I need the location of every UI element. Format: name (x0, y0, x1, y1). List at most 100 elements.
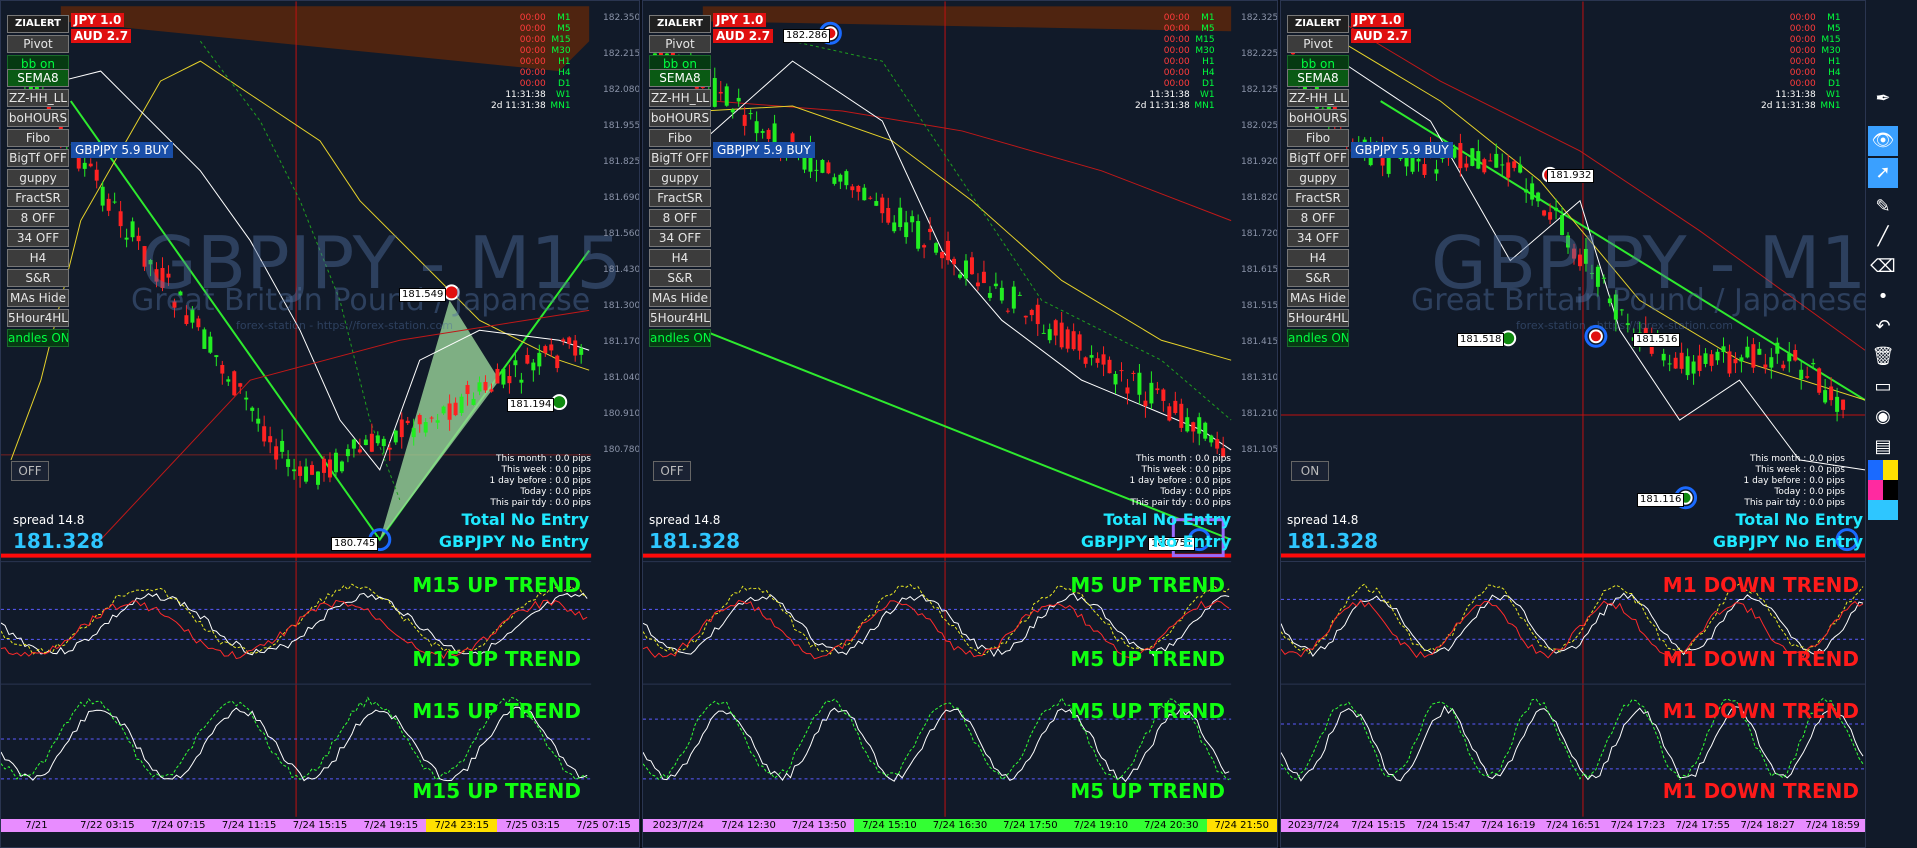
ema34-button[interactable]: 34 OFF (1287, 229, 1349, 247)
candle (1560, 215, 1565, 236)
candle (1572, 248, 1576, 259)
bohours-button[interactable]: boHOURS (1287, 109, 1349, 127)
candle (579, 348, 584, 355)
candle (1566, 235, 1571, 248)
candle (802, 157, 807, 170)
sr-button[interactable]: S&R (1287, 269, 1349, 287)
onoff-toggle[interactable]: OFF (653, 461, 691, 481)
bigtf-button[interactable]: BigTf OFF (7, 149, 69, 167)
trend-label-4: M5 UP TREND (1070, 779, 1225, 803)
trend-label-1: M5 UP TREND (1070, 573, 1225, 597)
pivot-button[interactable]: Pivot (1287, 35, 1349, 53)
pivot-button[interactable]: Pivot (7, 35, 69, 53)
screen-icon[interactable]: ▭ (1868, 372, 1898, 402)
candle (238, 383, 243, 387)
sr-button[interactable]: S&R (649, 269, 711, 287)
currency-strength-1: JPY 1.0 (713, 13, 767, 27)
fibo-button[interactable]: Fibo (1287, 129, 1349, 147)
candle (1589, 272, 1594, 274)
candle (904, 222, 909, 238)
fractsr-button[interactable]: FractSR (649, 189, 711, 207)
candle (1131, 372, 1136, 374)
candle (304, 466, 309, 482)
bohours-button[interactable]: boHOURS (7, 109, 69, 127)
guppy-button[interactable]: guppy (7, 169, 69, 187)
bigtf-button[interactable]: BigTf OFF (1287, 149, 1349, 167)
highlighter-icon[interactable]: ✎ (1868, 192, 1898, 222)
hour4hl-button[interactable]: 5Hour4HL (7, 309, 69, 327)
candle (1823, 390, 1828, 403)
bigtf-button[interactable]: BigTf OFF (649, 149, 711, 167)
zialert-button[interactable]: ZIALERT (7, 15, 69, 33)
sr-button[interactable]: S&R (7, 269, 69, 287)
hour4hl-button[interactable]: 5Hour4HL (649, 309, 711, 327)
ema8-button[interactable]: 8 OFF (7, 209, 69, 227)
chart-panel-m15[interactable]: ZIALERT Pivot bb on SEMA8 ZZ-HH_LL boHOU… (0, 0, 640, 848)
zz-button[interactable]: ZZ-HH_LL (7, 89, 69, 107)
onoff-toggle[interactable]: OFF (11, 461, 49, 481)
trend-label-2: M15 UP TREND (412, 647, 581, 671)
h4-button[interactable]: H4 (7, 249, 69, 267)
candle (1739, 357, 1744, 362)
pivot-button[interactable]: Pivot (649, 35, 711, 53)
mas-hide-button[interactable]: MAs Hide (7, 289, 69, 307)
currency-strength-2: AUD 2.7 (713, 29, 774, 43)
candle (1757, 348, 1762, 355)
h4-button[interactable]: H4 (649, 249, 711, 267)
zialert-button[interactable]: ZIALERT (1287, 15, 1349, 33)
candle (1697, 355, 1702, 371)
candle (1047, 329, 1052, 341)
line-icon[interactable]: ╱ (1868, 222, 1898, 252)
camera-icon[interactable]: ◉ (1868, 402, 1898, 432)
ema8-button[interactable]: 8 OFF (649, 209, 711, 227)
undo-icon[interactable]: ↶ (1868, 312, 1898, 342)
candle (1017, 294, 1022, 296)
mas-hide-button[interactable]: MAs Hide (649, 289, 711, 307)
candle (1191, 422, 1196, 432)
candle (130, 221, 135, 238)
candle (381, 438, 386, 447)
zz-button[interactable]: ZZ-HH_LL (649, 89, 711, 107)
timeframe-timers: 00:00 M1 00:00 M5 00:00 M15 00:00 M30 00… (1135, 13, 1215, 111)
cursor-icon[interactable]: ➚ (1868, 158, 1898, 188)
price-label: 182.286 (783, 29, 831, 43)
candles-button[interactable]: andles ON (649, 329, 711, 347)
candle (190, 309, 195, 323)
price-label: 181.549 (399, 288, 447, 302)
mas-hide-button[interactable]: MAs Hide (1287, 289, 1349, 307)
dot-icon[interactable]: • (1868, 282, 1898, 312)
sema8-button[interactable]: SEMA8 (1287, 69, 1349, 87)
fractsr-button[interactable]: FractSR (1287, 189, 1349, 207)
zialert-button[interactable]: ZIALERT (649, 15, 711, 33)
guppy-button[interactable]: guppy (649, 169, 711, 187)
chart-panel-m1[interactable]: ZIALERT Pivot bb on SEMA8 ZZ-HH_LL boHOU… (1280, 0, 1866, 848)
fibo-button[interactable]: Fibo (649, 129, 711, 147)
ema34-button[interactable]: 34 OFF (649, 229, 711, 247)
sema8-button[interactable]: SEMA8 (649, 69, 711, 87)
palette-icon[interactable] (1868, 460, 1898, 520)
ema8-button[interactable]: 8 OFF (1287, 209, 1349, 227)
clipboard-icon[interactable]: ▤ (1868, 432, 1898, 462)
fibo-button[interactable]: Fibo (7, 129, 69, 147)
pen-icon[interactable]: ✒ (1868, 84, 1898, 114)
eraser-icon[interactable]: ⌫ (1868, 252, 1898, 282)
candle (567, 337, 572, 344)
ema34-button[interactable]: 34 OFF (7, 229, 69, 247)
fractsr-button[interactable]: FractSR (7, 189, 69, 207)
h4-button[interactable]: H4 (1287, 249, 1349, 267)
hour4hl-button[interactable]: 5Hour4HL (1287, 309, 1349, 327)
guppy-button[interactable]: guppy (1287, 169, 1349, 187)
trash-icon[interactable]: 🗑 (1868, 342, 1898, 372)
candles-button[interactable]: andles ON (1287, 329, 1349, 347)
sema8-button[interactable]: SEMA8 (7, 69, 69, 87)
candle (928, 228, 933, 233)
zz-button[interactable]: ZZ-HH_LL (1287, 89, 1349, 107)
bohours-button[interactable]: boHOURS (649, 109, 711, 127)
candle (880, 197, 885, 214)
candle (1083, 357, 1088, 364)
onoff-toggle[interactable]: ON (1291, 461, 1329, 481)
chart-panel-m5[interactable]: ZIALERT Pivot bb on SEMA8 ZZ-HH_LL boHOU… (642, 0, 1278, 848)
candle (934, 243, 939, 253)
eye-icon[interactable]: 👁 (1868, 126, 1898, 156)
candles-button[interactable]: andles ON (7, 329, 69, 347)
